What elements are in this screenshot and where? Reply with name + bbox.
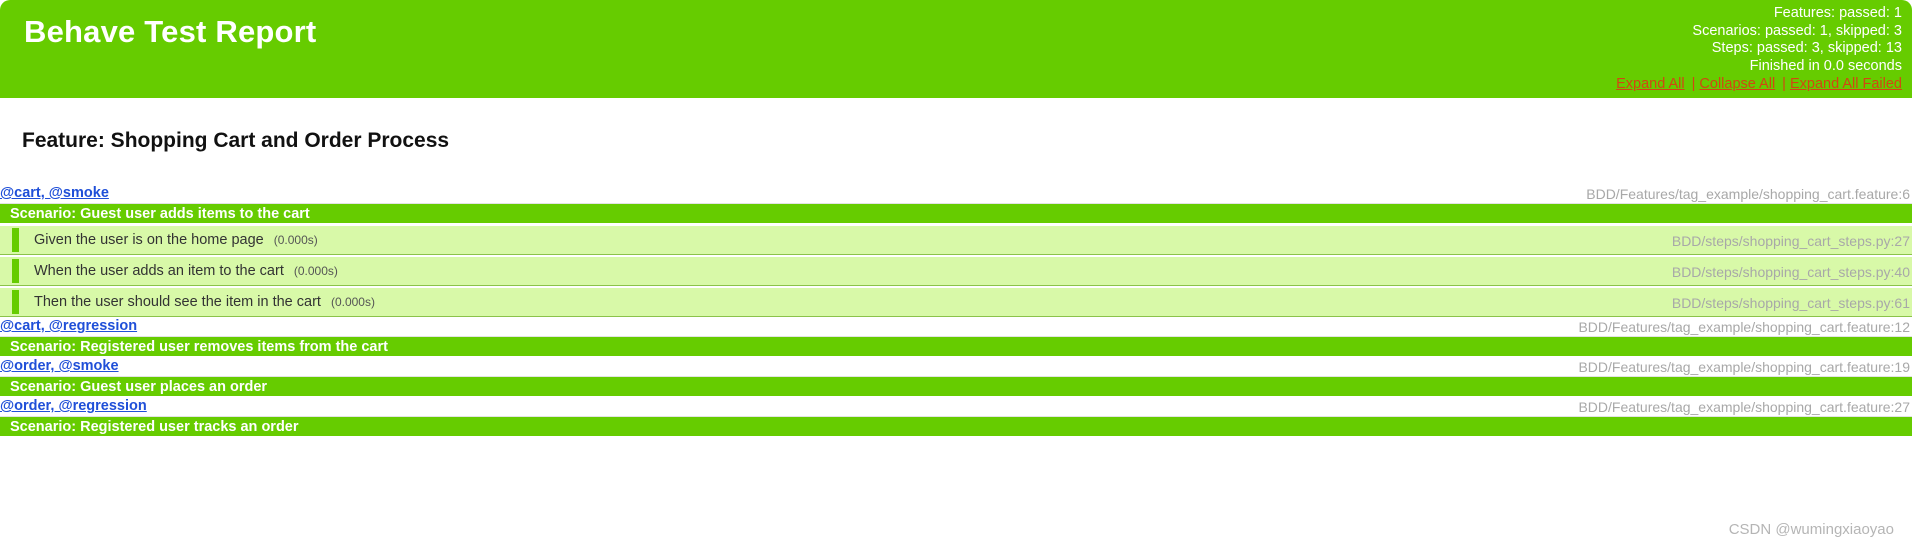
scenario-tags[interactable]: @order, @regression xyxy=(0,398,147,414)
scenario-list: @cart, @smoke BDD/Features/tag_example/s… xyxy=(0,184,1912,437)
step-row[interactable]: Given the user is on the home page (0.000… xyxy=(0,225,1912,255)
step-description: Given the user is on the home page xyxy=(34,232,264,248)
tag-row: @order, @smoke BDD/Features/tag_example/… xyxy=(0,357,1912,377)
step-status-bar xyxy=(12,228,19,252)
step-row[interactable]: Then the user should see the item in the… xyxy=(0,287,1912,317)
step-status-bar xyxy=(12,290,19,314)
step-text: When the user adds an item to the cart (0… xyxy=(34,263,338,279)
behave-report-page: Behave Test Report Features: passed: 1 S… xyxy=(0,0,1912,552)
feature-file-ref: BDD/Features/tag_example/shopping_cart.f… xyxy=(1578,359,1910,375)
expand-all-link[interactable]: Expand All xyxy=(1616,76,1685,92)
tag-row: @cart, @smoke BDD/Features/tag_example/s… xyxy=(0,184,1912,204)
feature-file-ref: BDD/Features/tag_example/shopping_cart.f… xyxy=(1578,399,1910,415)
stat-features: Features: passed: 1 xyxy=(1773,5,1902,21)
scenario-tags[interactable]: @cart, @smoke xyxy=(0,185,109,201)
feature-file-ref: BDD/Features/tag_example/shopping_cart.f… xyxy=(1586,186,1910,202)
step-description: Then the user should see the item in the… xyxy=(34,294,321,310)
step-duration: (0.000s) xyxy=(330,295,375,309)
scenario-name: Scenario: Guest user adds items to the c… xyxy=(10,206,310,222)
step-list: Given the user is on the home page (0.000… xyxy=(0,224,1912,317)
stat-steps: Steps: passed: 3, skipped: 13 xyxy=(1711,40,1902,57)
report-header: Behave Test Report Features: passed: 1 S… xyxy=(0,0,1912,98)
scenario-header[interactable]: Scenario: Registered user tracks an orde… xyxy=(0,417,1912,437)
step-file-ref: BDD/steps/shopping_cart_steps.py:61 xyxy=(1671,295,1910,311)
feature-file-ref: BDD/Features/tag_example/shopping_cart.f… xyxy=(1578,319,1910,335)
tag-row: @cart, @regression BDD/Features/tag_exam… xyxy=(0,317,1912,337)
page-title: Behave Test Report xyxy=(24,14,317,49)
stat-duration: Finished in 0.0 seconds xyxy=(1749,57,1902,74)
scenario-tags[interactable]: @order, @smoke xyxy=(0,358,119,374)
step-status-bar xyxy=(12,259,19,283)
tag-row: @order, @regression BDD/Features/tag_exa… xyxy=(0,397,1912,417)
scenario-name: Scenario: Guest user places an order xyxy=(10,379,268,395)
step-text: Given the user is on the home page (0.000… xyxy=(34,232,318,248)
watermark: CSDN @wumingxiaoyao xyxy=(1728,521,1894,538)
header-actions: Expand All | Collapse All | Expand All Faile… xyxy=(1616,76,1902,94)
scenario-header[interactable]: Scenario: Registered user removes items … xyxy=(0,337,1912,357)
link-separator-1: | xyxy=(1691,76,1696,93)
report-body: Feature: Shopping Cart and Order Process… xyxy=(0,98,1912,437)
step-text: Then the user should see the item in the… xyxy=(34,294,375,310)
step-file-ref: BDD/steps/shopping_cart_steps.py:27 xyxy=(1671,233,1910,249)
step-duration: (0.000s) xyxy=(293,264,338,278)
step-description: When the user adds an item to the cart xyxy=(34,263,284,279)
summary-stats: Features: passed: 1 Scenarios: passed: 1… xyxy=(1616,5,1902,94)
step-row[interactable]: When the user adds an item to the cart (0… xyxy=(0,256,1912,286)
link-separator-2: | xyxy=(1782,76,1786,93)
scenario-header[interactable]: Scenario: Guest user adds items to the c… xyxy=(0,204,1912,224)
collapse-all-link[interactable]: Collapse All xyxy=(1699,76,1775,92)
scenario-name: Scenario: Registered user removes items … xyxy=(10,339,388,355)
scenario-name: Scenario: Registered user tracks an orde… xyxy=(10,419,299,435)
step-duration: (0.000s) xyxy=(273,233,318,247)
scenario-header[interactable]: Scenario: Guest user places an order xyxy=(0,377,1912,397)
step-file-ref: BDD/steps/shopping_cart_steps.py:40 xyxy=(1671,264,1910,280)
feature-title: Feature: Shopping Cart and Order Process xyxy=(22,129,450,152)
expand-all-failed-link[interactable]: Expand All Failed xyxy=(1790,76,1902,92)
stat-scenarios: Scenarios: passed: 1, skipped: 3 xyxy=(1692,22,1902,39)
scenario-tags[interactable]: @cart, @regression xyxy=(0,318,137,334)
